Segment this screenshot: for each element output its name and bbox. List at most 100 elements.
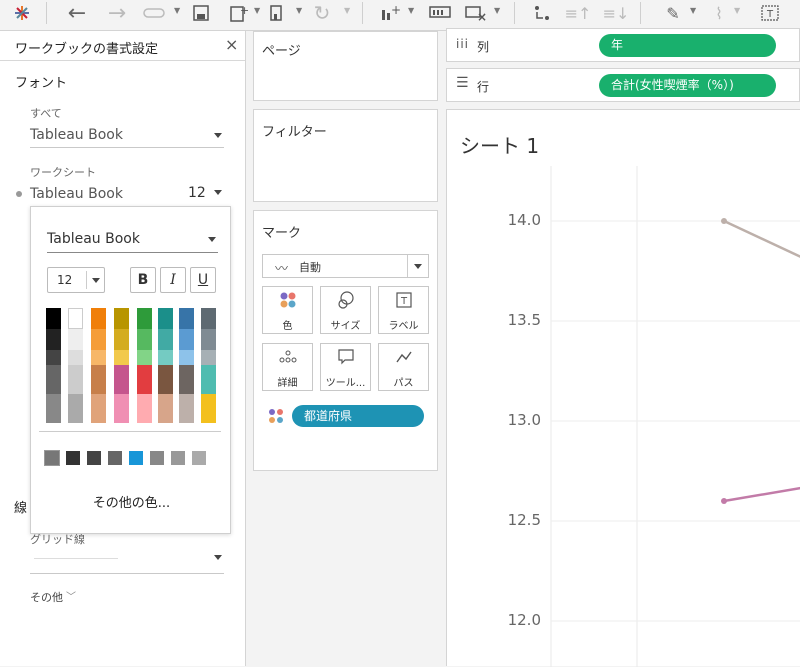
color-swatch[interactable] [46,329,61,350]
color-swatch[interactable] [158,329,173,350]
duplicate-sheet-icon[interactable] [266,0,288,26]
color-swatch[interactable] [68,308,83,329]
color-swatch[interactable] [201,308,216,329]
tooltip-button[interactable]: ツール... [320,343,371,391]
recent-color-swatch[interactable] [192,451,206,465]
sort-descending-icon[interactable]: ≡↓ [603,0,630,26]
clear-sheet-icon[interactable]: × [464,0,488,26]
pause-update-icon[interactable] [428,0,452,26]
color-swatch[interactable] [201,329,216,350]
sort-ascending-icon[interactable]: ≡↑ [565,0,592,26]
color-swatch[interactable] [201,394,216,423]
recent-color-swatch[interactable] [87,451,101,465]
color-swatch[interactable] [158,394,173,423]
color-swatch[interactable] [46,394,61,423]
tableau-logo-icon[interactable] [10,0,34,26]
new-worksheet-icon[interactable]: + [228,0,250,26]
color-swatch[interactable] [137,365,152,394]
more-colors-button[interactable]: その他の色... [31,492,232,511]
worksheet-font-dropdown[interactable]: Tableau Book [30,186,123,202]
color-swatch[interactable] [68,365,83,394]
recent-color-swatch[interactable] [108,451,122,465]
data-source-dropdown-icon[interactable]: ▼ [174,6,180,15]
color-swatch[interactable] [114,394,129,423]
color-swatch[interactable] [91,308,106,329]
columns-shelf[interactable]: iii 列 年 [446,28,800,62]
font-size-dropdown[interactable]: 12 [47,267,105,293]
undo-icon[interactable]: ← [64,0,90,26]
color-swatch[interactable] [68,394,83,423]
color-swatch[interactable] [137,394,152,423]
size-button[interactable]: サイズ [320,286,371,334]
clear-dropdown-icon[interactable]: ▼ [494,6,500,15]
chevron-down-icon[interactable] [92,278,100,283]
recent-color-swatch[interactable] [171,451,185,465]
chevron-down-icon[interactable] [414,264,422,269]
group-dropdown-icon[interactable]: ▼ [734,6,740,15]
other-section-toggle[interactable]: その他 [30,589,63,605]
filters-shelf[interactable]: フィルター [253,109,438,202]
series-line-2[interactable] [723,486,800,503]
rows-shelf[interactable]: ☰ 行 合計(女性喫煙率（%）) [446,68,800,102]
add-data-dropdown-icon[interactable]: ▼ [408,6,414,15]
series-point-2[interactable] [721,498,727,504]
pages-shelf[interactable]: ページ [253,31,438,101]
group-icon[interactable]: ⌇ [708,0,730,26]
color-swatch[interactable] [91,365,106,394]
mark-type-dropdown[interactable]: 〰 自動 [262,254,429,278]
all-font-dropdown[interactable]: Tableau Book [30,127,123,143]
color-swatch[interactable] [46,365,61,394]
close-icon[interactable]: × [225,35,238,54]
color-swatch[interactable] [91,329,106,350]
color-swatch[interactable] [46,308,61,329]
chevron-down-icon[interactable] [214,555,222,560]
color-swatch[interactable] [91,394,106,423]
color-swatch[interactable] [137,308,152,329]
italic-button[interactable]: I [160,267,186,293]
color-field-pill[interactable]: 都道府県 [292,405,424,427]
worksheet-font-size[interactable]: 12 [188,185,206,201]
highlight-icon[interactable]: ✎ [662,0,684,26]
color-swatch[interactable] [68,329,83,350]
chevron-down-icon[interactable] [214,133,222,138]
series-point-1[interactable] [721,218,727,224]
redo-icon[interactable]: → [104,0,130,26]
rows-field-pill[interactable]: 合計(女性喫煙率（%）) [599,74,776,97]
detail-button[interactable]: 詳細 [262,343,313,391]
chevron-down-icon[interactable] [214,190,222,195]
bold-button[interactable]: B [130,267,156,293]
color-swatch[interactable] [137,329,152,350]
color-swatch[interactable] [114,329,129,350]
chevron-down-icon[interactable]: ﹀ [66,588,76,603]
underline-button[interactable]: U [190,267,216,293]
color-swatch[interactable] [179,329,194,350]
color-swatch[interactable] [158,365,173,394]
color-swatch[interactable] [179,308,194,329]
color-swatch[interactable] [114,308,129,329]
refresh-icon[interactable]: ↻ [310,0,334,26]
recent-color-swatch[interactable] [66,451,80,465]
recent-color-swatch[interactable] [150,451,164,465]
chevron-down-icon[interactable] [208,237,216,242]
color-swatch[interactable] [158,308,173,329]
duplicate-dropdown-icon[interactable]: ▼ [296,6,302,15]
color-button[interactable]: 色 [262,286,313,334]
popup-font-dropdown[interactable]: Tableau Book [47,231,140,247]
color-swatch[interactable] [179,394,194,423]
add-data-icon[interactable]: + [378,0,402,26]
recent-color-swatch[interactable] [44,450,60,466]
data-source-icon[interactable] [140,0,170,26]
color-swatch[interactable] [114,365,129,394]
path-button[interactable]: パス [378,343,429,391]
color-swatch[interactable] [201,365,216,394]
new-worksheet-dropdown-icon[interactable]: ▼ [254,6,260,15]
label-button[interactable]: T ラベル [378,286,429,334]
show-labels-icon[interactable]: T [758,0,782,26]
highlight-dropdown-icon[interactable]: ▼ [690,6,696,15]
swap-axes-icon[interactable] [530,0,554,26]
recent-color-swatch[interactable] [129,451,143,465]
series-line-1[interactable] [723,219,800,258]
refresh-dropdown-icon[interactable]: ▼ [344,6,350,15]
worksheet-view[interactable]: シート 1 14.0 13.5 13.0 12.5 12.0 [446,109,800,667]
columns-field-pill[interactable]: 年 [599,34,776,57]
